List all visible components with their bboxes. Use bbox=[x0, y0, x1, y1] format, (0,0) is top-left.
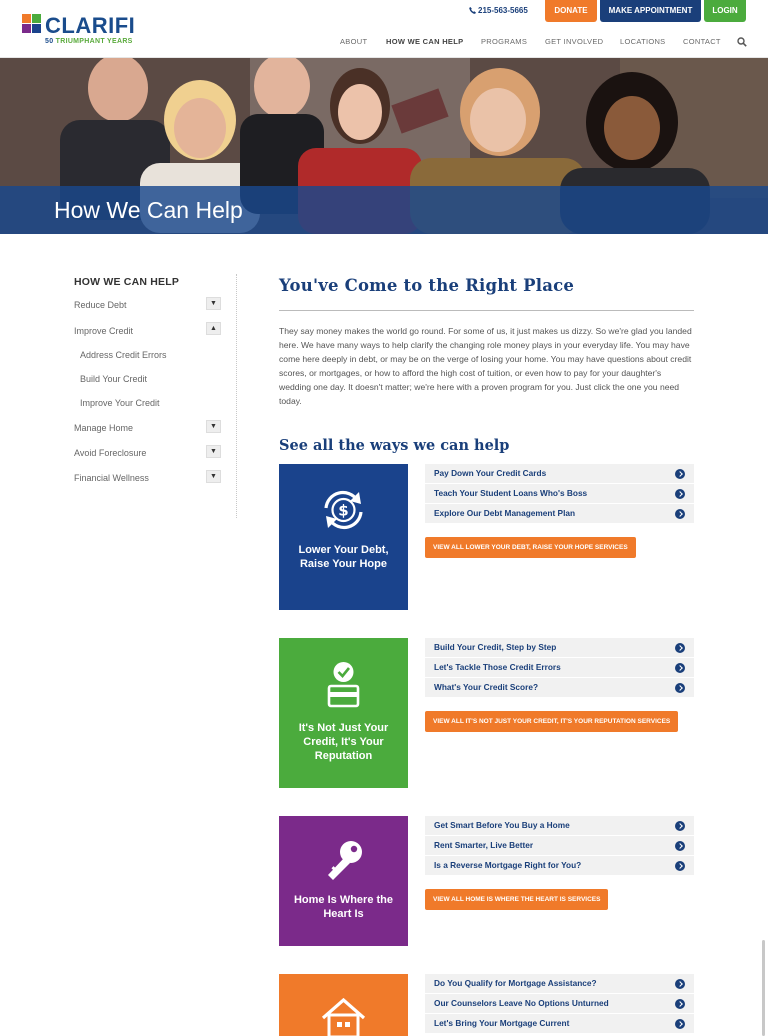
arrow-right-icon bbox=[675, 663, 685, 673]
link-student-loans[interactable]: Teach Your Student Loans Who's Boss bbox=[425, 484, 694, 503]
arrow-right-icon bbox=[675, 1019, 685, 1029]
link-label: Our Counselors Leave No Options Unturned bbox=[434, 998, 609, 1008]
link-label: Get Smart Before You Buy a Home bbox=[434, 820, 570, 830]
hero-banner: How We Can Help bbox=[0, 58, 768, 234]
sidebar-item-reduce-debt[interactable]: Reduce Debt bbox=[74, 300, 127, 310]
phone-link[interactable]: 215-563-5665 bbox=[469, 6, 528, 15]
arrow-right-icon bbox=[675, 683, 685, 693]
link-rent-smarter[interactable]: Rent Smarter, Live Better bbox=[425, 836, 694, 855]
logo-tagline-text: TRIUMPHANT YEARS bbox=[55, 38, 133, 45]
link-label: Pay Down Your Credit Cards bbox=[434, 468, 547, 478]
sidebar-toggle-financial-wellness[interactable]: ▼ bbox=[206, 470, 221, 483]
arrow-right-icon bbox=[675, 489, 685, 499]
sidebar-item-avoid-foreclosure[interactable]: Avoid Foreclosure bbox=[74, 448, 146, 458]
house-icon bbox=[321, 998, 366, 1036]
logo-mark-icon bbox=[22, 14, 42, 34]
card-credit-reputation-label: It's Not Just Your Credit, It's Your Rep… bbox=[298, 722, 389, 762]
sidebar-subitem-improve-your-credit[interactable]: Improve Your Credit bbox=[80, 398, 160, 408]
nav-get-involved[interactable]: GET INVOLVED bbox=[545, 37, 603, 46]
sidebar-toggle-avoid-foreclosure[interactable]: ▼ bbox=[206, 445, 221, 458]
arrow-right-icon bbox=[675, 979, 685, 989]
arrow-right-icon bbox=[675, 469, 685, 479]
nav-locations[interactable]: LOCATIONS bbox=[620, 37, 665, 46]
page-title: You've Come to the Right Place bbox=[279, 276, 575, 295]
card-lower-debt[interactable]: $ Lower Your Debt, Raise Your Hope bbox=[279, 464, 408, 610]
site-header: CLARIFI 50 TRIUMPHANT YEARS 215-563-5665… bbox=[0, 0, 768, 58]
nav-about[interactable]: ABOUT bbox=[340, 37, 367, 46]
sidebar-subitem-address-credit-errors[interactable]: Address Credit Errors bbox=[80, 350, 167, 360]
link-counselors[interactable]: Our Counselors Leave No Options Unturned bbox=[425, 994, 694, 1013]
card-foreclosure[interactable] bbox=[279, 974, 408, 1036]
title-divider bbox=[279, 310, 694, 311]
view-all-credit-button[interactable]: VIEW ALL IT'S NOT JUST YOUR CREDIT, IT'S… bbox=[425, 711, 679, 732]
card-credit-reputation[interactable]: It's Not Just Your Credit, It's Your Rep… bbox=[279, 638, 408, 788]
dollar-cycle-icon: $ bbox=[324, 490, 363, 530]
arrow-right-icon bbox=[675, 821, 685, 831]
link-credit-errors[interactable]: Let's Tackle Those Credit Errors bbox=[425, 658, 694, 677]
sidebar-toggle-manage-home[interactable]: ▼ bbox=[206, 420, 221, 433]
link-mortgage-assistance[interactable]: Do You Qualify for Mortgage Assistance? bbox=[425, 974, 694, 993]
ways-heading: See all the ways we can help bbox=[279, 437, 510, 454]
card-home-label: Home Is Where the Heart Is bbox=[293, 894, 394, 920]
card-home[interactable]: Home Is Where the Heart Is bbox=[279, 816, 408, 946]
nav-contact[interactable]: CONTACT bbox=[683, 37, 721, 46]
link-mortgage-current[interactable]: Let's Bring Your Mortgage Current bbox=[425, 1014, 694, 1033]
sidebar-subitem-build-your-credit[interactable]: Build Your Credit bbox=[80, 374, 147, 384]
logo-text: CLARIFI bbox=[45, 13, 136, 38]
nav-programs[interactable]: PROGRAMS bbox=[481, 37, 527, 46]
search-icon[interactable] bbox=[737, 37, 747, 47]
view-all-home-button[interactable]: VIEW ALL HOME IS WHERE THE HEART IS SERV… bbox=[425, 889, 609, 910]
key-icon bbox=[328, 841, 362, 880]
sidebar-toggle-reduce-debt[interactable]: ▼ bbox=[206, 297, 221, 310]
link-label: Rent Smarter, Live Better bbox=[434, 840, 534, 850]
view-all-lower-debt-button[interactable]: VIEW ALL LOWER YOUR DEBT, RAISE YOUR HOP… bbox=[425, 537, 636, 558]
link-label: Teach Your Student Loans Who's Boss bbox=[434, 488, 588, 498]
link-build-your-credit[interactable]: Build Your Credit, Step by Step bbox=[425, 638, 694, 657]
link-debt-management-plan[interactable]: Explore Our Debt Management Plan bbox=[425, 504, 694, 523]
arrow-right-icon bbox=[675, 509, 685, 519]
svg-text:$: $ bbox=[338, 502, 348, 520]
arrow-right-icon bbox=[675, 999, 685, 1009]
login-button[interactable]: LOGIN bbox=[704, 0, 746, 22]
link-label: What's Your Credit Score? bbox=[434, 682, 539, 692]
link-pay-down-credit-cards[interactable]: Pay Down Your Credit Cards bbox=[425, 464, 694, 483]
credit-card-check-icon bbox=[327, 662, 360, 708]
link-label: Is a Reverse Mortgage Right for You? bbox=[434, 860, 582, 870]
make-appointment-button[interactable]: MAKE APPOINTMENT bbox=[600, 0, 701, 22]
sidebar-title: HOW WE CAN HELP bbox=[74, 276, 180, 288]
arrow-right-icon bbox=[675, 841, 685, 851]
sidebar-toggle-improve-credit[interactable]: ▲ bbox=[206, 322, 221, 335]
sidebar-item-improve-credit[interactable]: Improve Credit bbox=[74, 326, 133, 336]
logo-tagline-number: 50 bbox=[45, 38, 54, 45]
link-label: Let's Tackle Those Credit Errors bbox=[434, 662, 561, 672]
link-buy-a-home[interactable]: Get Smart Before You Buy a Home bbox=[425, 816, 694, 835]
link-label: Build Your Credit, Step by Step bbox=[434, 642, 557, 652]
phone-number: 215-563-5665 bbox=[478, 6, 528, 15]
arrow-right-icon bbox=[675, 643, 685, 653]
sidebar-item-manage-home[interactable]: Manage Home bbox=[74, 423, 133, 433]
link-reverse-mortgage[interactable]: Is a Reverse Mortgage Right for You? bbox=[425, 856, 694, 875]
phone-icon bbox=[469, 7, 476, 14]
hero-title: How We Can Help bbox=[54, 197, 243, 223]
nav-how-we-can-help[interactable]: HOW WE CAN HELP bbox=[386, 37, 463, 46]
link-label: Do You Qualify for Mortgage Assistance? bbox=[434, 978, 597, 988]
link-label: Explore Our Debt Management Plan bbox=[434, 508, 576, 518]
intro-paragraph: They say money makes the world go round.… bbox=[279, 326, 692, 406]
donate-button[interactable]: DONATE bbox=[545, 0, 597, 22]
arrow-right-icon bbox=[675, 861, 685, 871]
page-scrollbar[interactable] bbox=[762, 940, 765, 1036]
logo-tagline: 50 TRIUMPHANT YEARS bbox=[45, 38, 133, 45]
link-credit-score[interactable]: What's Your Credit Score? bbox=[425, 678, 694, 697]
page: CLARIFI 50 TRIUMPHANT YEARS 215-563-5665… bbox=[0, 0, 768, 1036]
link-label: Let's Bring Your Mortgage Current bbox=[434, 1018, 570, 1028]
sidebar-item-financial-wellness[interactable]: Financial Wellness bbox=[74, 473, 149, 483]
sidebar-divider bbox=[236, 274, 237, 518]
card-lower-debt-label: Lower Your Debt, Raise Your Hope bbox=[298, 544, 389, 570]
